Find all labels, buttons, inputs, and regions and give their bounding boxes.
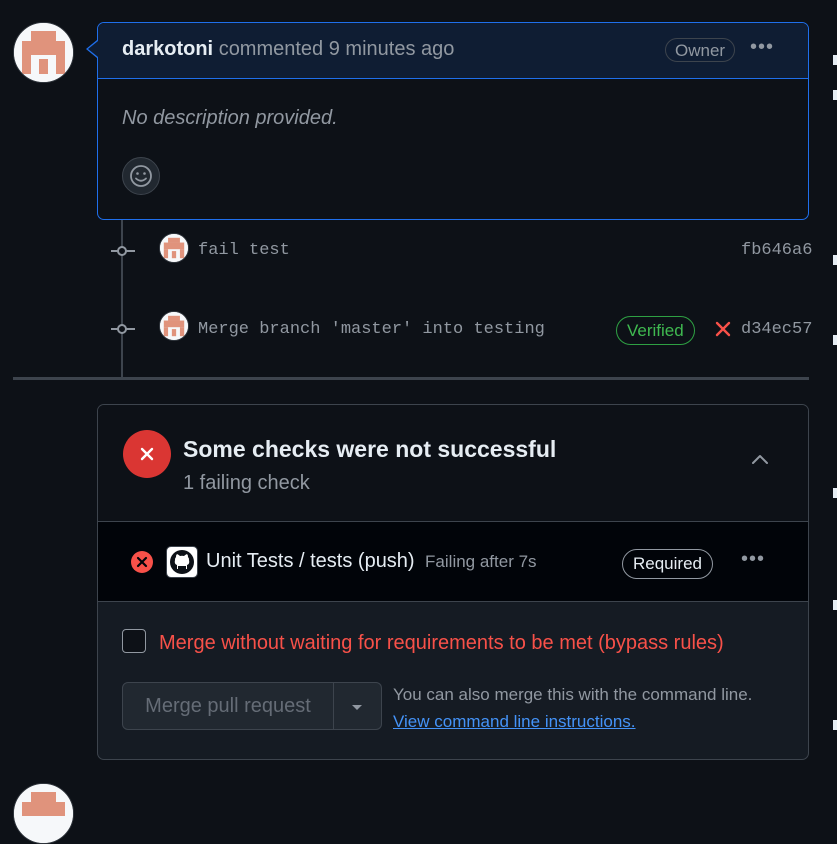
comment-header: darkotoni commented 9 minutes ago Owner … xyxy=(98,23,808,79)
kebab-icon: ••• xyxy=(750,36,775,58)
check-item-row[interactable]: Unit Tests / tests (push) Failing after … xyxy=(98,522,808,602)
check-menu-button[interactable]: ••• xyxy=(741,548,765,571)
required-badge: Required xyxy=(622,549,713,579)
smiley-icon xyxy=(130,165,152,187)
commit-message[interactable]: Merge branch 'master' into testing xyxy=(198,320,545,339)
timeline-line xyxy=(121,220,123,378)
collapse-checks-button[interactable] xyxy=(748,447,772,476)
comment-author[interactable]: darkotoni xyxy=(122,38,213,60)
commit-node-icon xyxy=(117,246,127,256)
commit-sha[interactable]: d34ec57 xyxy=(741,320,812,339)
commit-node-icon xyxy=(117,324,127,334)
merge-button-group: Merge pull request xyxy=(122,682,382,730)
add-reaction-button[interactable] xyxy=(122,157,160,195)
checks-failed-icon xyxy=(123,430,171,478)
merge-box: Some checks were not successful 1 failin… xyxy=(97,404,809,760)
bypass-checkbox[interactable] xyxy=(122,629,146,653)
commit-sha[interactable]: fb646a6 xyxy=(741,241,812,260)
verified-badge[interactable]: Verified xyxy=(616,316,695,345)
commit-avatar[interactable] xyxy=(159,311,189,341)
check-failed-icon xyxy=(130,550,154,579)
triangle-down-icon xyxy=(352,705,362,710)
comment-body: No description provided. xyxy=(122,107,338,129)
current-user-avatar xyxy=(13,783,74,844)
kebab-icon: ••• xyxy=(741,548,766,570)
commit-avatar[interactable] xyxy=(159,233,189,263)
checks-title: Some checks were not successful xyxy=(183,436,557,462)
check-status: Failing after 7s xyxy=(425,552,537,571)
timeline-divider xyxy=(13,377,809,380)
author-avatar[interactable] xyxy=(13,22,74,83)
check-name[interactable]: Unit Tests / tests (push) xyxy=(206,550,415,572)
commit-failed-x-icon[interactable] xyxy=(714,320,732,343)
cli-hint: You can also merge this with the command… xyxy=(393,685,753,704)
checks-summary: Some checks were not successful 1 failin… xyxy=(98,405,808,522)
checks-subtitle: 1 failing check xyxy=(183,472,310,494)
sidebar-edge xyxy=(833,0,837,801)
merge-pull-request-button[interactable]: Merge pull request xyxy=(122,682,334,730)
comment-timestamp[interactable]: commented 9 minutes ago xyxy=(219,38,455,60)
comment-menu-button[interactable]: ••• xyxy=(750,36,774,59)
comment-box: darkotoni commented 9 minutes ago Owner … xyxy=(97,22,809,220)
merge-options-button[interactable] xyxy=(334,682,382,730)
github-icon xyxy=(166,546,198,578)
chevron-up-icon xyxy=(752,455,768,464)
commit-message[interactable]: fail test xyxy=(198,241,290,260)
cli-instructions-link[interactable]: View command line instructions. xyxy=(393,712,636,732)
owner-badge: Owner xyxy=(665,38,736,62)
bypass-label[interactable]: Merge without waiting for requirements t… xyxy=(159,632,724,655)
